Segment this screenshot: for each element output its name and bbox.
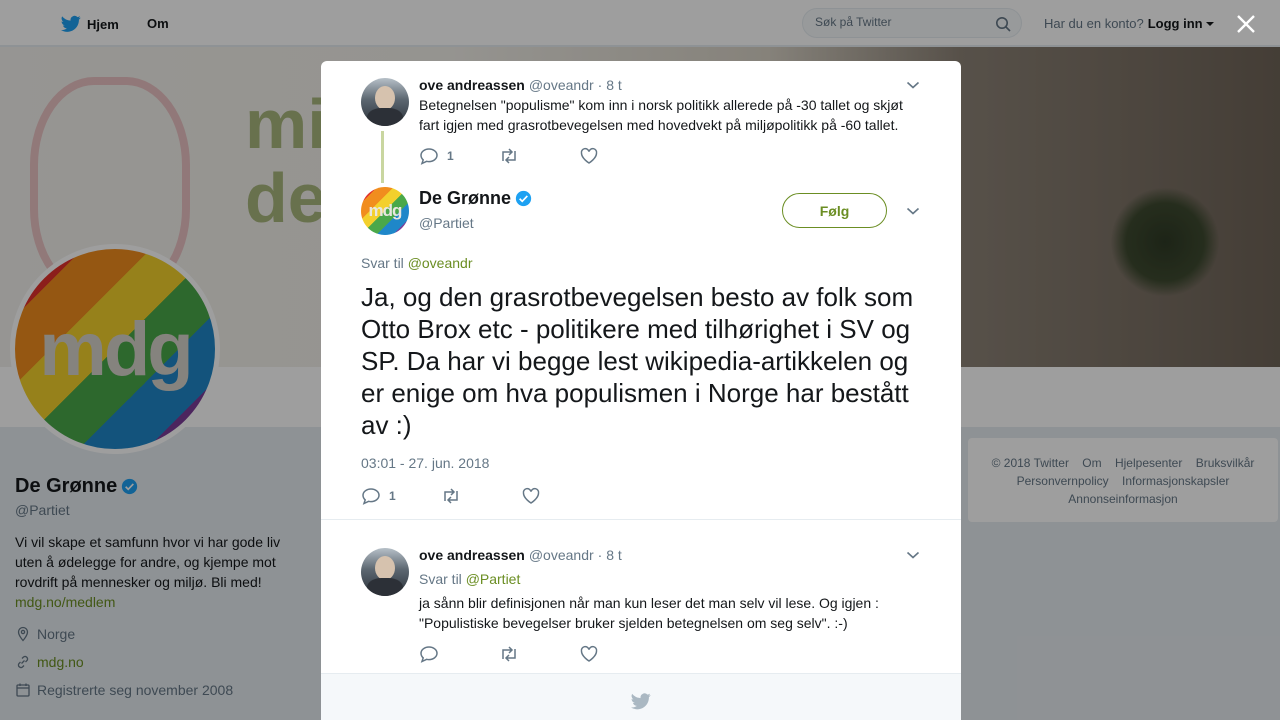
avatar-face: [375, 86, 395, 110]
retweet-icon: [502, 646, 516, 662]
reply-button[interactable]: 1: [419, 147, 499, 165]
verified-icon: [515, 190, 532, 207]
like-button[interactable]: [579, 645, 659, 663]
main-tweet-name[interactable]: De Grønne: [419, 188, 532, 209]
reply-count: 1: [447, 149, 454, 163]
reply-tweet-header: ove andreassen @oveandr · 8 t: [419, 547, 622, 563]
thread-connector: [381, 131, 384, 183]
main-tweet-text: Ja, og den grasrotbevegelsen besto av fo…: [361, 282, 914, 440]
parent-tweet-avatar[interactable]: [361, 78, 409, 126]
main-tweet-reply-to: Svar til @oveandr: [361, 255, 473, 271]
main-tweet-actions: 1: [361, 487, 601, 505]
main-tweet-timestamp[interactable]: 03:01 - 27. jun. 2018: [361, 455, 489, 471]
parent-tweet-actions: 1: [419, 147, 659, 165]
reply-icon: [420, 148, 438, 165]
avatar-shirt: [367, 108, 403, 126]
reply-tweet-name[interactable]: ove andreassen: [419, 547, 525, 563]
tweet-divider: [321, 519, 961, 520]
reply-icon: [362, 488, 380, 505]
parent-tweet-time[interactable]: · 8 t: [598, 77, 622, 93]
chevron-down-icon[interactable]: [906, 80, 920, 90]
reply-button[interactable]: [419, 645, 499, 663]
main-tweet-avatar[interactable]: mdg: [361, 187, 409, 235]
chevron-down-icon[interactable]: [906, 550, 920, 560]
retweet-button[interactable]: [499, 147, 579, 165]
reply-to-link[interactable]: @Partiet: [466, 571, 521, 587]
retweet-icon: [502, 148, 516, 164]
heart-icon: [580, 147, 598, 164]
reply-to-link[interactable]: @oveandr: [408, 255, 473, 271]
follow-button[interactable]: Følg: [782, 193, 887, 228]
avatar-shirt: [367, 578, 403, 596]
retweet-button[interactable]: [499, 645, 579, 663]
retweet-button[interactable]: [441, 487, 521, 505]
reply-tweet-handle[interactable]: @oveandr: [529, 547, 594, 563]
parent-tweet-handle[interactable]: @oveandr: [529, 77, 594, 93]
reply-to-prefix: Svar til: [419, 571, 462, 587]
reply-button[interactable]: 1: [361, 487, 441, 505]
reply-tweet-actions: [419, 645, 659, 663]
heart-icon: [580, 645, 598, 662]
reply-tweet-text: ja sånn blir definisjonen når man kun le…: [419, 595, 879, 631]
heart-icon: [522, 487, 540, 504]
like-button[interactable]: [521, 487, 601, 505]
reply-tweet-avatar[interactable]: [361, 548, 409, 596]
reply-icon: [420, 646, 438, 663]
main-tweet-name-text: De Grønne: [419, 188, 512, 208]
parent-tweet-name[interactable]: ove andreassen: [419, 77, 525, 93]
main-tweet-handle[interactable]: @Partiet: [419, 215, 474, 231]
avatar-face: [375, 556, 395, 580]
twitter-bird-icon: [631, 693, 651, 710]
close-icon[interactable]: [1234, 12, 1258, 36]
reply-to-prefix: Svar til: [361, 255, 404, 271]
reply-tweet-time[interactable]: · 8 t: [598, 547, 622, 563]
parent-tweet-header: ove andreassen @oveandr · 8 t: [419, 77, 622, 93]
modal-footer: [321, 673, 961, 720]
chevron-down-icon[interactable]: [906, 206, 920, 216]
reply-count: 1: [389, 489, 396, 503]
main-tweet-avatar-text: mdg: [368, 201, 403, 220]
parent-tweet-text: Betegnelsen "populisme" kom inn i norsk …: [419, 97, 903, 133]
tweet-modal: ove andreassen @oveandr · 8 t Betegnelse…: [321, 61, 961, 720]
reply-tweet-reply-to: Svar til @Partiet: [419, 571, 520, 587]
like-button[interactable]: [579, 147, 659, 165]
retweet-icon: [444, 488, 458, 504]
